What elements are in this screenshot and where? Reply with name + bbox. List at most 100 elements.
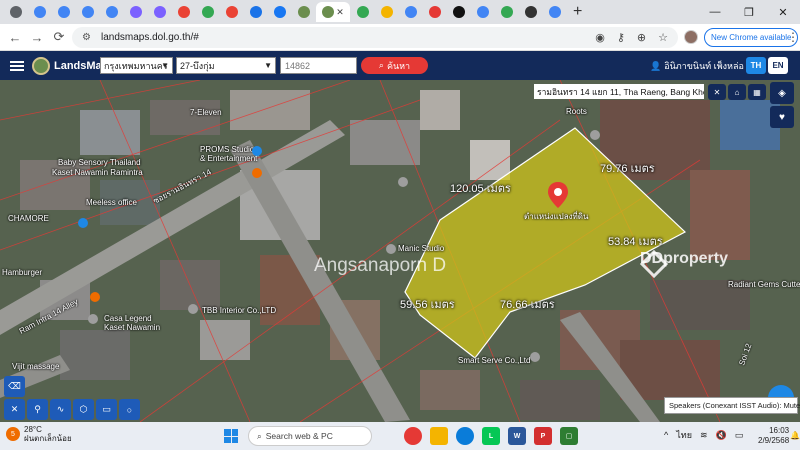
- poi-marker-icon[interactable]: [398, 177, 408, 187]
- browser-tab[interactable]: [292, 2, 315, 22]
- browser-tab[interactable]: [268, 2, 291, 22]
- pin-tool-icon[interactable]: ⚲: [27, 399, 48, 420]
- province-select[interactable]: กรุงเทพมหานคร ▼: [100, 57, 173, 74]
- notification-bell-icon[interactable]: 🔔: [790, 431, 800, 440]
- rectangle-tool-icon[interactable]: ▭: [96, 399, 117, 420]
- zoom-icon[interactable]: ⊕: [637, 31, 646, 44]
- browser-tab[interactable]: [471, 2, 494, 22]
- layers-icon[interactable]: ◈: [770, 82, 794, 104]
- close-window-button[interactable]: ✕: [766, 6, 800, 19]
- word-icon[interactable]: W: [508, 427, 526, 445]
- lang-th-button[interactable]: TH: [746, 57, 766, 74]
- browser-tab[interactable]: [172, 2, 195, 22]
- browser-tab[interactable]: [495, 2, 518, 22]
- browser-tab[interactable]: [124, 2, 147, 22]
- profile-avatar[interactable]: [684, 30, 698, 44]
- map-canvas[interactable]: รามอินทรา 14 แยก 11, Tha Raeng, Bang Khe…: [0, 80, 800, 422]
- weather-widget[interactable]: 5 28°C ฝนตกเล็กน้อย: [6, 425, 72, 443]
- browser-tab[interactable]: [4, 2, 27, 22]
- browser-tab[interactable]: [196, 2, 219, 22]
- site-info-icon[interactable]: ⚙: [82, 32, 91, 43]
- pdf-icon[interactable]: P: [534, 427, 552, 445]
- poi-marker-icon[interactable]: [252, 168, 262, 178]
- poi-label: Roots: [566, 107, 587, 116]
- battery-icon[interactable]: ▭: [735, 430, 744, 441]
- browser-tab[interactable]: [543, 2, 566, 22]
- collapse-icon[interactable]: ✕: [708, 84, 726, 100]
- poi-marker-icon[interactable]: [90, 292, 100, 302]
- google-icon: [57, 6, 70, 18]
- input-language[interactable]: ไทย: [676, 428, 692, 442]
- browser-tab[interactable]: [244, 2, 267, 22]
- file-explorer-icon[interactable]: [430, 427, 448, 445]
- browser-tab[interactable]: [519, 2, 542, 22]
- home-icon[interactable]: ⌂: [728, 84, 746, 100]
- browser-tab[interactable]: [220, 2, 243, 22]
- clock[interactable]: 16:03 2/9/2568: [758, 426, 789, 446]
- close-tab-icon[interactable]: ✕: [336, 7, 344, 18]
- poi-label: & Entertainment: [200, 154, 258, 163]
- back-button[interactable]: ←: [4, 30, 26, 45]
- google-icon: [81, 6, 94, 18]
- chevron-down-icon: ▼: [161, 61, 169, 70]
- line-app-icon[interactable]: L: [482, 427, 500, 445]
- chrome-available-button[interactable]: New Chrome available: [704, 28, 799, 47]
- lang-en-button[interactable]: EN: [768, 57, 788, 74]
- poi-marker-icon[interactable]: [78, 218, 88, 228]
- favorite-heart-icon[interactable]: ♥: [770, 106, 794, 128]
- browser-tab[interactable]: [375, 2, 398, 22]
- restore-button[interactable]: ❐: [732, 6, 766, 19]
- poi-marker-icon[interactable]: [530, 352, 540, 362]
- browser-tab[interactable]: [100, 2, 123, 22]
- windows-start-icon[interactable]: [224, 429, 238, 443]
- browser-tab[interactable]: [447, 2, 470, 22]
- chrome-taskbar-icon[interactable]: [404, 427, 422, 445]
- key-icon[interactable]: ⚷: [617, 31, 625, 44]
- bookmark-star-icon[interactable]: ☆: [658, 31, 668, 44]
- circle-tool-icon[interactable]: ○: [119, 399, 140, 420]
- chrome-icon: [9, 6, 22, 18]
- hamburger-menu-icon[interactable]: [10, 59, 24, 73]
- browser-tab[interactable]: [76, 2, 99, 22]
- browser-tab[interactable]: [148, 2, 171, 22]
- poi-marker-icon[interactable]: [188, 304, 198, 314]
- chat-icon: [129, 6, 142, 18]
- eraser-icon[interactable]: ⌫: [4, 376, 25, 397]
- poi-marker-icon[interactable]: [590, 130, 600, 140]
- omnibox[interactable]: ⚙ landsmaps.dol.go.th/# ◉ ⚷ ⊕ ☆: [72, 27, 678, 48]
- tools-icon[interactable]: ✕: [4, 399, 25, 420]
- parcel-number-value: 14862: [285, 60, 311, 71]
- parcel-number-input[interactable]: 14862: [280, 57, 357, 74]
- poi-marker-icon[interactable]: [88, 314, 98, 324]
- line-tool-icon[interactable]: ∿: [50, 399, 71, 420]
- place-name-label: Angsanaporn D: [314, 255, 447, 276]
- eye-off-icon[interactable]: ◉: [595, 31, 605, 44]
- search-button[interactable]: ⌕ ค้นหา: [361, 57, 428, 74]
- search-icon: ⌕: [378, 60, 384, 70]
- forward-button[interactable]: →: [26, 30, 48, 45]
- browser-tab[interactable]: ✕: [316, 2, 350, 22]
- district-select[interactable]: 27-บึงกุ่ม ▼: [176, 57, 276, 74]
- poi-marker-icon[interactable]: [252, 146, 262, 156]
- chevron-up-icon[interactable]: ^: [664, 430, 668, 440]
- minimize-button[interactable]: —: [698, 6, 732, 18]
- browser-tab[interactable]: [423, 2, 446, 22]
- audio-tooltip: Speakers (Conexant ISST Audio): Muted: [664, 397, 800, 414]
- reload-button[interactable]: ⟳: [48, 29, 70, 45]
- grid-icon[interactable]: ▦: [748, 84, 766, 100]
- taskbar-search-input[interactable]: ⌕ Search web & PC: [248, 426, 372, 446]
- polygon-tool-icon[interactable]: ⬡: [73, 399, 94, 420]
- menu-kebab-icon[interactable]: ⋮: [787, 30, 799, 44]
- browser-tab[interactable]: [28, 2, 51, 22]
- browser-tab[interactable]: [52, 2, 75, 22]
- browser-tab[interactable]: [399, 2, 422, 22]
- parcel-pin-icon[interactable]: [548, 182, 568, 208]
- user-account-link[interactable]: 👤 อินิภาขนินท์ เพ็งหล่อ: [650, 59, 744, 73]
- edge-icon[interactable]: [456, 427, 474, 445]
- poi-marker-icon[interactable]: [386, 244, 396, 254]
- new-tab-button[interactable]: +: [573, 3, 582, 21]
- speaker-muted-icon[interactable]: 🔇: [716, 430, 727, 441]
- wifi-icon[interactable]: ≋: [700, 430, 708, 441]
- browser-tab[interactable]: [351, 2, 374, 22]
- app-icon[interactable]: ▢: [560, 427, 578, 445]
